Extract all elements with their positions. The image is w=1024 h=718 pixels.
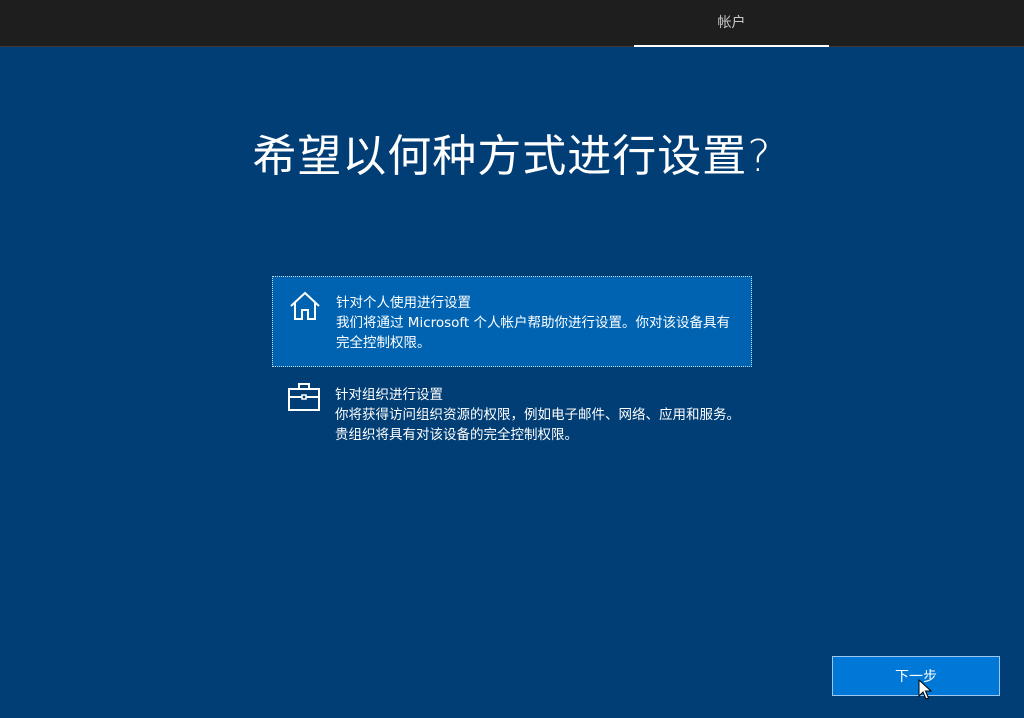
tab-account[interactable]: 帐户 (634, 0, 829, 47)
option-organization[interactable]: 针对组织进行设置 你将获得访问组织资源的权限，例如电子邮件、网络、应用和服务。贵… (272, 368, 752, 459)
mouse-cursor-icon (918, 679, 932, 700)
option-organization-text: 针对组织进行设置 你将获得访问组织资源的权限，例如电子邮件、网络、应用和服务。贵… (335, 385, 740, 445)
option-organization-title: 针对组织进行设置 (335, 387, 443, 403)
briefcase-icon (288, 383, 320, 411)
home-icon (290, 291, 320, 320)
top-bar: 帐户 (0, 0, 1024, 47)
next-button[interactable]: 下一步 (832, 656, 1000, 696)
page-title: 希望以何种方式进行设置? (252, 131, 772, 182)
option-personal-use[interactable]: 针对个人使用进行设置 我们将通过 Microsoft 个人帐户帮助你进行设置。你… (272, 276, 752, 367)
option-personal-description: 我们将通过 Microsoft 个人帐户帮助你进行设置。你对该设备具有完全控制权… (336, 315, 731, 351)
option-organization-description: 你将获得访问组织资源的权限，例如电子邮件、网络、应用和服务。贵组织将具有对该设备… (335, 407, 740, 443)
option-personal-title: 针对个人使用进行设置 (336, 295, 471, 311)
option-personal-text: 针对个人使用进行设置 我们将通过 Microsoft 个人帐户帮助你进行设置。你… (336, 293, 741, 353)
